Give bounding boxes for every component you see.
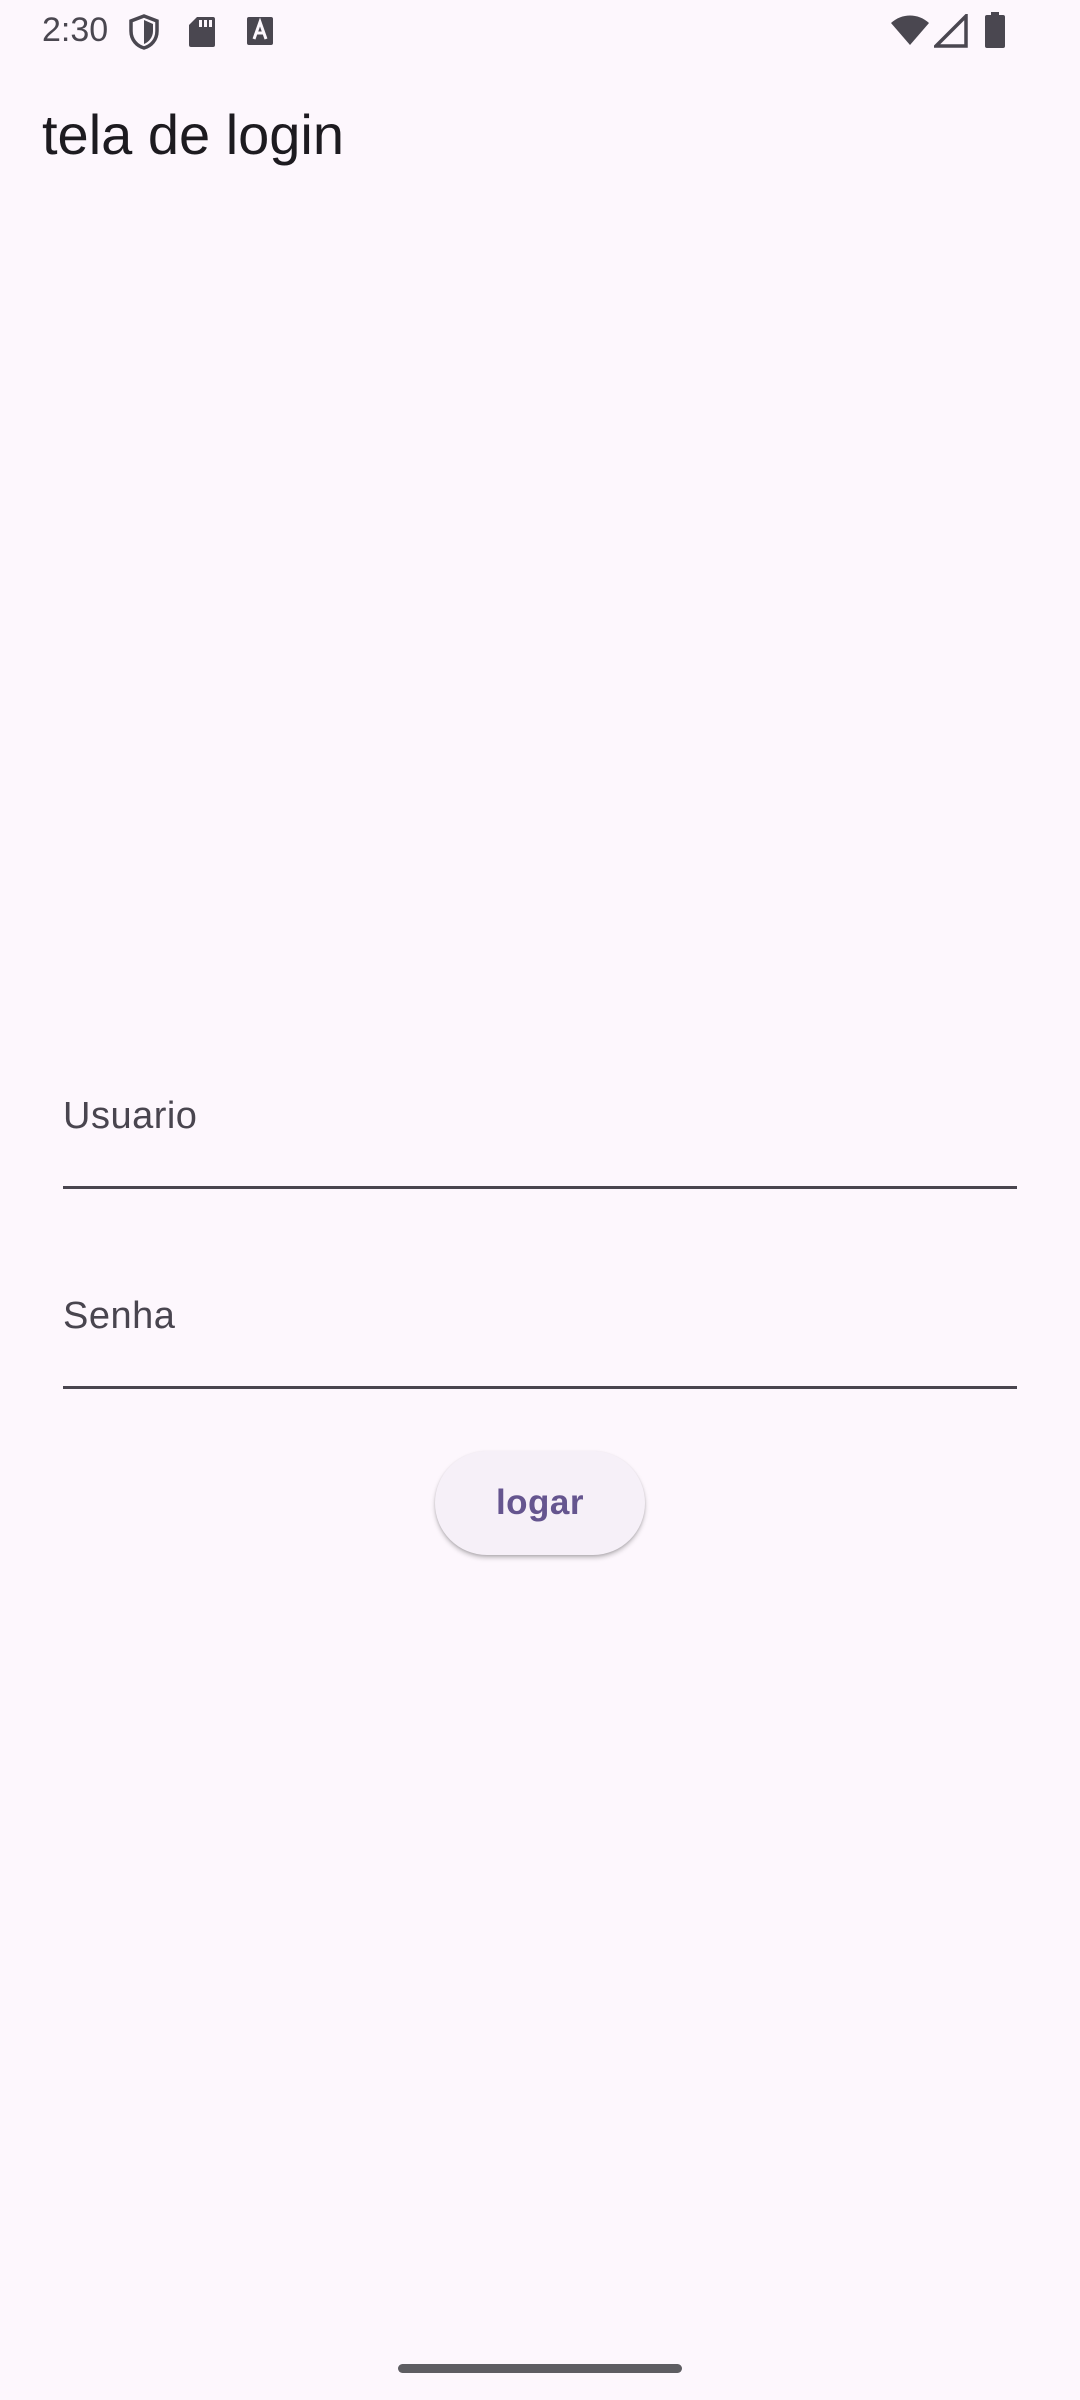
cell-signal-icon xyxy=(934,14,968,48)
username-field-underline xyxy=(63,1186,1017,1189)
password-field-underline xyxy=(63,1386,1017,1389)
battery-icon xyxy=(985,12,1005,48)
font-a-icon xyxy=(247,17,273,45)
status-bar: 2:30 xyxy=(0,0,1080,62)
password-field[interactable]: Senha xyxy=(63,1264,1017,1384)
shield-icon xyxy=(129,14,159,50)
login-button-label: logar xyxy=(495,1483,585,1522)
gesture-nav-handle[interactable] xyxy=(398,2364,682,2373)
login-button[interactable]: logar xyxy=(435,1451,645,1555)
status-time: 2:30 xyxy=(42,11,109,49)
page-title: tela de login xyxy=(42,103,345,166)
username-field[interactable]: Usuario xyxy=(63,1064,1017,1184)
wifi-icon xyxy=(891,15,929,45)
password-input[interactable] xyxy=(63,1264,1017,1380)
sd-card-icon xyxy=(189,17,215,47)
username-input[interactable] xyxy=(63,1064,1017,1180)
